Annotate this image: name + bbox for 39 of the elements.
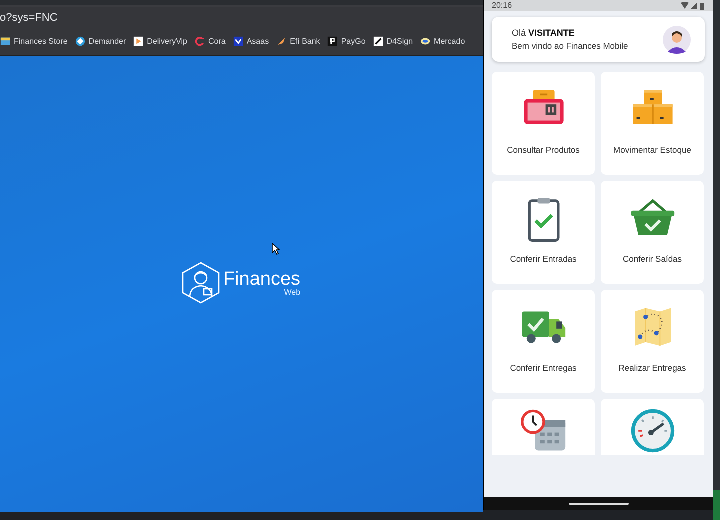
tile-label: Consultar Produtos: [507, 145, 580, 155]
bookmark-link[interactable]: D4Sign: [372, 36, 414, 47]
home-indicator[interactable]: [568, 502, 628, 504]
tile-label: Conferir Entradas: [510, 254, 577, 264]
cursor-icon: [272, 243, 280, 255]
menu-tile[interactable]: Movimentar Estoque: [601, 72, 704, 175]
bookmark-link[interactable]: DeliveryVip: [133, 36, 188, 47]
welcome-text: Bem vindo ao Finances Mobile: [512, 41, 628, 51]
tile-label: Conferir Entregas: [510, 363, 577, 373]
play-icon: [133, 36, 144, 47]
logo-text: Finances: [223, 270, 301, 288]
menu-tile[interactable]: Conferir Entregas: [492, 290, 595, 393]
status-time: 20:16: [492, 1, 512, 10]
tile-label: Movimentar Estoque: [614, 145, 692, 155]
address-text[interactable]: o?sys=FNC: [0, 12, 58, 24]
menu-tile[interactable]: Conferir Saídas: [601, 181, 704, 284]
menu-tile[interactable]: Conferir Entradas: [492, 181, 595, 284]
letter-icon: [327, 36, 338, 47]
diamond-icon: [74, 36, 86, 47]
menu-tile[interactable]: [601, 399, 704, 455]
menu-tile[interactable]: Realizar Entregas: [601, 290, 704, 393]
logo-subtitle: Web: [284, 288, 301, 296]
avatar-icon: [663, 26, 691, 54]
window-edge: [713, 490, 720, 520]
tile-label: Realizar Entregas: [618, 363, 686, 373]
bookmark-link[interactable]: Demander: [74, 36, 126, 47]
bookmark-link[interactable]: Cora: [194, 36, 226, 47]
ring-icon: [194, 36, 206, 47]
menu-tile[interactable]: [492, 399, 595, 455]
bookmark-link[interactable]: PayGo: [327, 36, 366, 47]
greeting-text: Olá VISITANTE: [512, 28, 576, 38]
bookmark-link[interactable]: Mercado: [420, 36, 466, 47]
bookmark-link[interactable]: Efí Bank: [276, 36, 320, 47]
logo-icon: [181, 262, 222, 304]
menu-tile[interactable]: Consultar Produtos: [492, 72, 595, 175]
tile-label: Conferir Saídas: [622, 254, 682, 264]
status-icons: [681, 2, 705, 10]
bookmark-link[interactable]: Finances Store: [0, 36, 68, 47]
bookmark-link[interactable]: Asaas: [232, 36, 270, 47]
